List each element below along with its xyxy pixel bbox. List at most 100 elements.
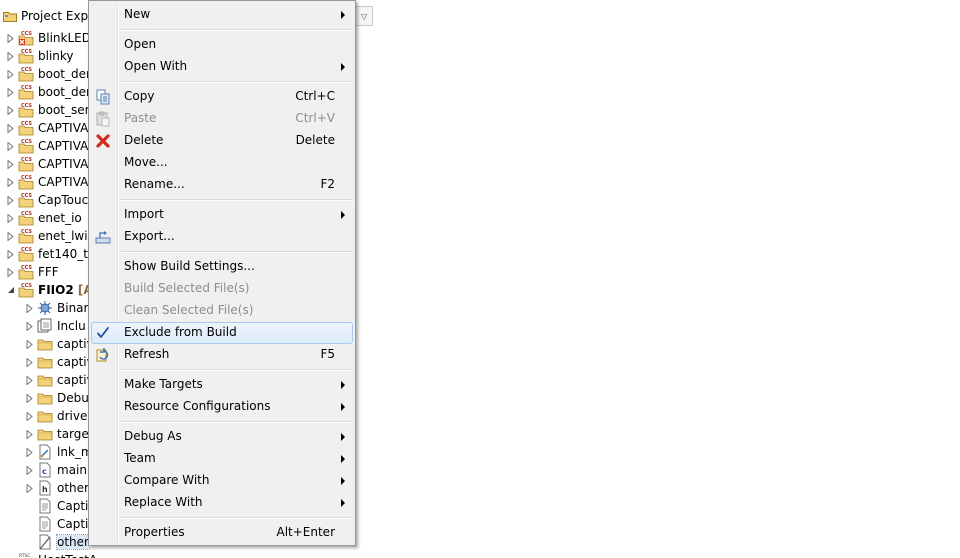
tree-item[interactable]: Inclu — [0, 317, 100, 335]
tree-item[interactable]: CCS boot_den — [0, 83, 100, 101]
expand-arrow-icon[interactable] — [25, 357, 34, 367]
ccs-project-icon: CCS — [18, 84, 34, 100]
menu-item-copy[interactable]: Copy Ctrl+C — [91, 86, 353, 108]
menu-item-show-build-settings[interactable]: Show Build Settings... — [91, 256, 353, 278]
expand-arrow-icon[interactable] — [6, 159, 15, 169]
expand-arrow-icon[interactable] — [25, 411, 34, 421]
tree-item[interactable]: target — [0, 425, 100, 443]
expand-arrow-icon[interactable] — [6, 105, 15, 115]
expand-arrow-icon[interactable] — [6, 213, 15, 223]
expand-arrow-icon[interactable] — [6, 33, 15, 43]
folder-icon — [37, 336, 53, 352]
tree-item[interactable]: lnk_m — [0, 443, 100, 461]
tree-item[interactable]: CCS boot_seri — [0, 101, 100, 119]
submenu-arrow-icon — [341, 477, 345, 485]
expand-arrow-icon[interactable] — [25, 483, 34, 493]
tree-item[interactable]: CCS fet140_ta — [0, 245, 100, 263]
tree-item[interactable]: CCS CAPTIVA — [0, 137, 100, 155]
ccs-project-error-icon: CCS — [18, 30, 34, 46]
folder-icon — [37, 390, 53, 406]
expand-arrow-icon[interactable] — [6, 195, 15, 205]
menu-item-debug-as[interactable]: Debug As — [91, 426, 353, 448]
menu-item-replace-with[interactable]: Replace With — [91, 492, 353, 514]
menu-item-resource-configurations[interactable]: Resource Configurations — [91, 396, 353, 418]
menu-item-exclude-from-build[interactable]: Exclude from Build — [91, 322, 353, 344]
ccs-project-icon: CCS — [18, 174, 34, 190]
expand-arrow-icon[interactable] — [25, 447, 34, 457]
menu-item-make-targets[interactable]: Make Targets — [91, 374, 353, 396]
tree-item[interactable]: CCS CapTouc — [0, 191, 100, 209]
svg-text:CCS: CCS — [21, 67, 32, 73]
tree-item[interactable]: CCS FIIO2 [A — [0, 281, 100, 299]
menu-item-team[interactable]: Team — [91, 448, 353, 470]
tree-item[interactable]: CCS enet_lwip — [0, 227, 100, 245]
expand-arrow-icon[interactable] — [6, 249, 15, 259]
tree-item[interactable]: Captiv — [0, 515, 100, 533]
project-explorer-tab[interactable]: Project Explo — [0, 6, 100, 26]
expand-arrow-icon[interactable] — [6, 87, 15, 97]
menu-separator — [121, 81, 353, 83]
expand-arrow-icon[interactable] — [25, 393, 34, 403]
tree-item[interactable]: CCS CAPTIVA — [0, 173, 100, 191]
tree-item[interactable]: Debu — [0, 389, 100, 407]
ccs-project-icon: CCS — [18, 246, 34, 262]
tree-item[interactable]: CCS enet_io — [0, 209, 100, 227]
tree-item[interactable]: CCS boot_den — [0, 65, 100, 83]
tree-item[interactable]: captiv — [0, 353, 100, 371]
expand-arrow-icon[interactable] — [6, 123, 15, 133]
tree-item[interactable]: CCS FFF — [0, 263, 100, 281]
menu-item-new[interactable]: New — [91, 4, 353, 26]
expand-arrow-icon[interactable] — [25, 303, 34, 313]
project-explorer: Project Explo CCS BlinkLED_ CCS blinky CCS bo… — [0, 0, 100, 558]
menu-item-label: Move... — [124, 155, 168, 169]
tree-item[interactable]: driver — [0, 407, 100, 425]
expand-arrow-icon[interactable] — [25, 321, 34, 331]
menu-item-compare-with[interactable]: Compare With — [91, 470, 353, 492]
binaries-icon — [37, 300, 53, 316]
expand-arrow-icon[interactable] — [6, 69, 15, 79]
expand-arrow-icon[interactable] — [6, 267, 15, 277]
expand-arrow-icon[interactable] — [6, 231, 15, 241]
menu-item-delete[interactable]: Delete Delete — [91, 130, 353, 152]
menu-item-label: Build Selected File(s) — [124, 281, 250, 295]
svg-text:RTSC: RTSC — [19, 553, 31, 558]
tree-item[interactable]: h other — [0, 479, 100, 497]
menu-item-export[interactable]: Export... — [91, 226, 353, 248]
menu-item-move[interactable]: Move... — [91, 152, 353, 174]
text-file-icon — [37, 516, 53, 532]
expand-arrow-icon[interactable] — [6, 51, 15, 61]
collapse-arrow-icon[interactable] — [6, 286, 15, 295]
tree-item[interactable]: Captiv — [0, 497, 100, 515]
menu-item-open-with[interactable]: Open With — [91, 56, 353, 78]
tree-item[interactable]: CCS BlinkLED_ — [0, 29, 100, 47]
expand-arrow-icon[interactable] — [6, 141, 15, 151]
svg-text:CCS: CCS — [21, 211, 32, 217]
menu-item-import[interactable]: Import — [91, 204, 353, 226]
menu-item-properties[interactable]: Properties Alt+Enter — [91, 522, 353, 544]
tree-item[interactable]: CCS blinky — [0, 47, 100, 65]
expand-arrow-icon[interactable] — [6, 177, 15, 187]
tree-item[interactable]: other — [0, 533, 100, 551]
menu-item-paste: Paste Ctrl+V — [91, 108, 353, 130]
expand-arrow-icon[interactable] — [25, 375, 34, 385]
tree-item[interactable]: CCS CAPTIVA — [0, 119, 100, 137]
tree-item[interactable]: CCS CAPTIVA — [0, 155, 100, 173]
menu-item-shortcut: Delete — [295, 133, 335, 147]
menu-item-rename[interactable]: Rename... F2 — [91, 174, 353, 196]
tree-item[interactable]: captiv — [0, 335, 100, 353]
expand-arrow-icon[interactable] — [25, 429, 34, 439]
project-explorer-icon — [3, 12, 17, 22]
h-file-icon: h — [37, 480, 53, 496]
tree-item[interactable]: Binar — [0, 299, 100, 317]
tree-item[interactable]: RTSC HostTestA — [0, 551, 100, 558]
export-icon — [95, 229, 111, 245]
view-menu-button[interactable]: ▽ — [356, 6, 373, 26]
expand-arrow-icon[interactable] — [25, 339, 34, 349]
menu-item-open[interactable]: Open — [91, 34, 353, 56]
menu-item-refresh[interactable]: Refresh F5 — [91, 344, 353, 366]
tree-item[interactable]: captiv — [0, 371, 100, 389]
menu-separator — [121, 517, 353, 519]
tree-item[interactable]: c main. — [0, 461, 100, 479]
expand-arrow-icon[interactable] — [25, 465, 34, 475]
rtsc-project-icon: RTSC — [18, 552, 34, 558]
